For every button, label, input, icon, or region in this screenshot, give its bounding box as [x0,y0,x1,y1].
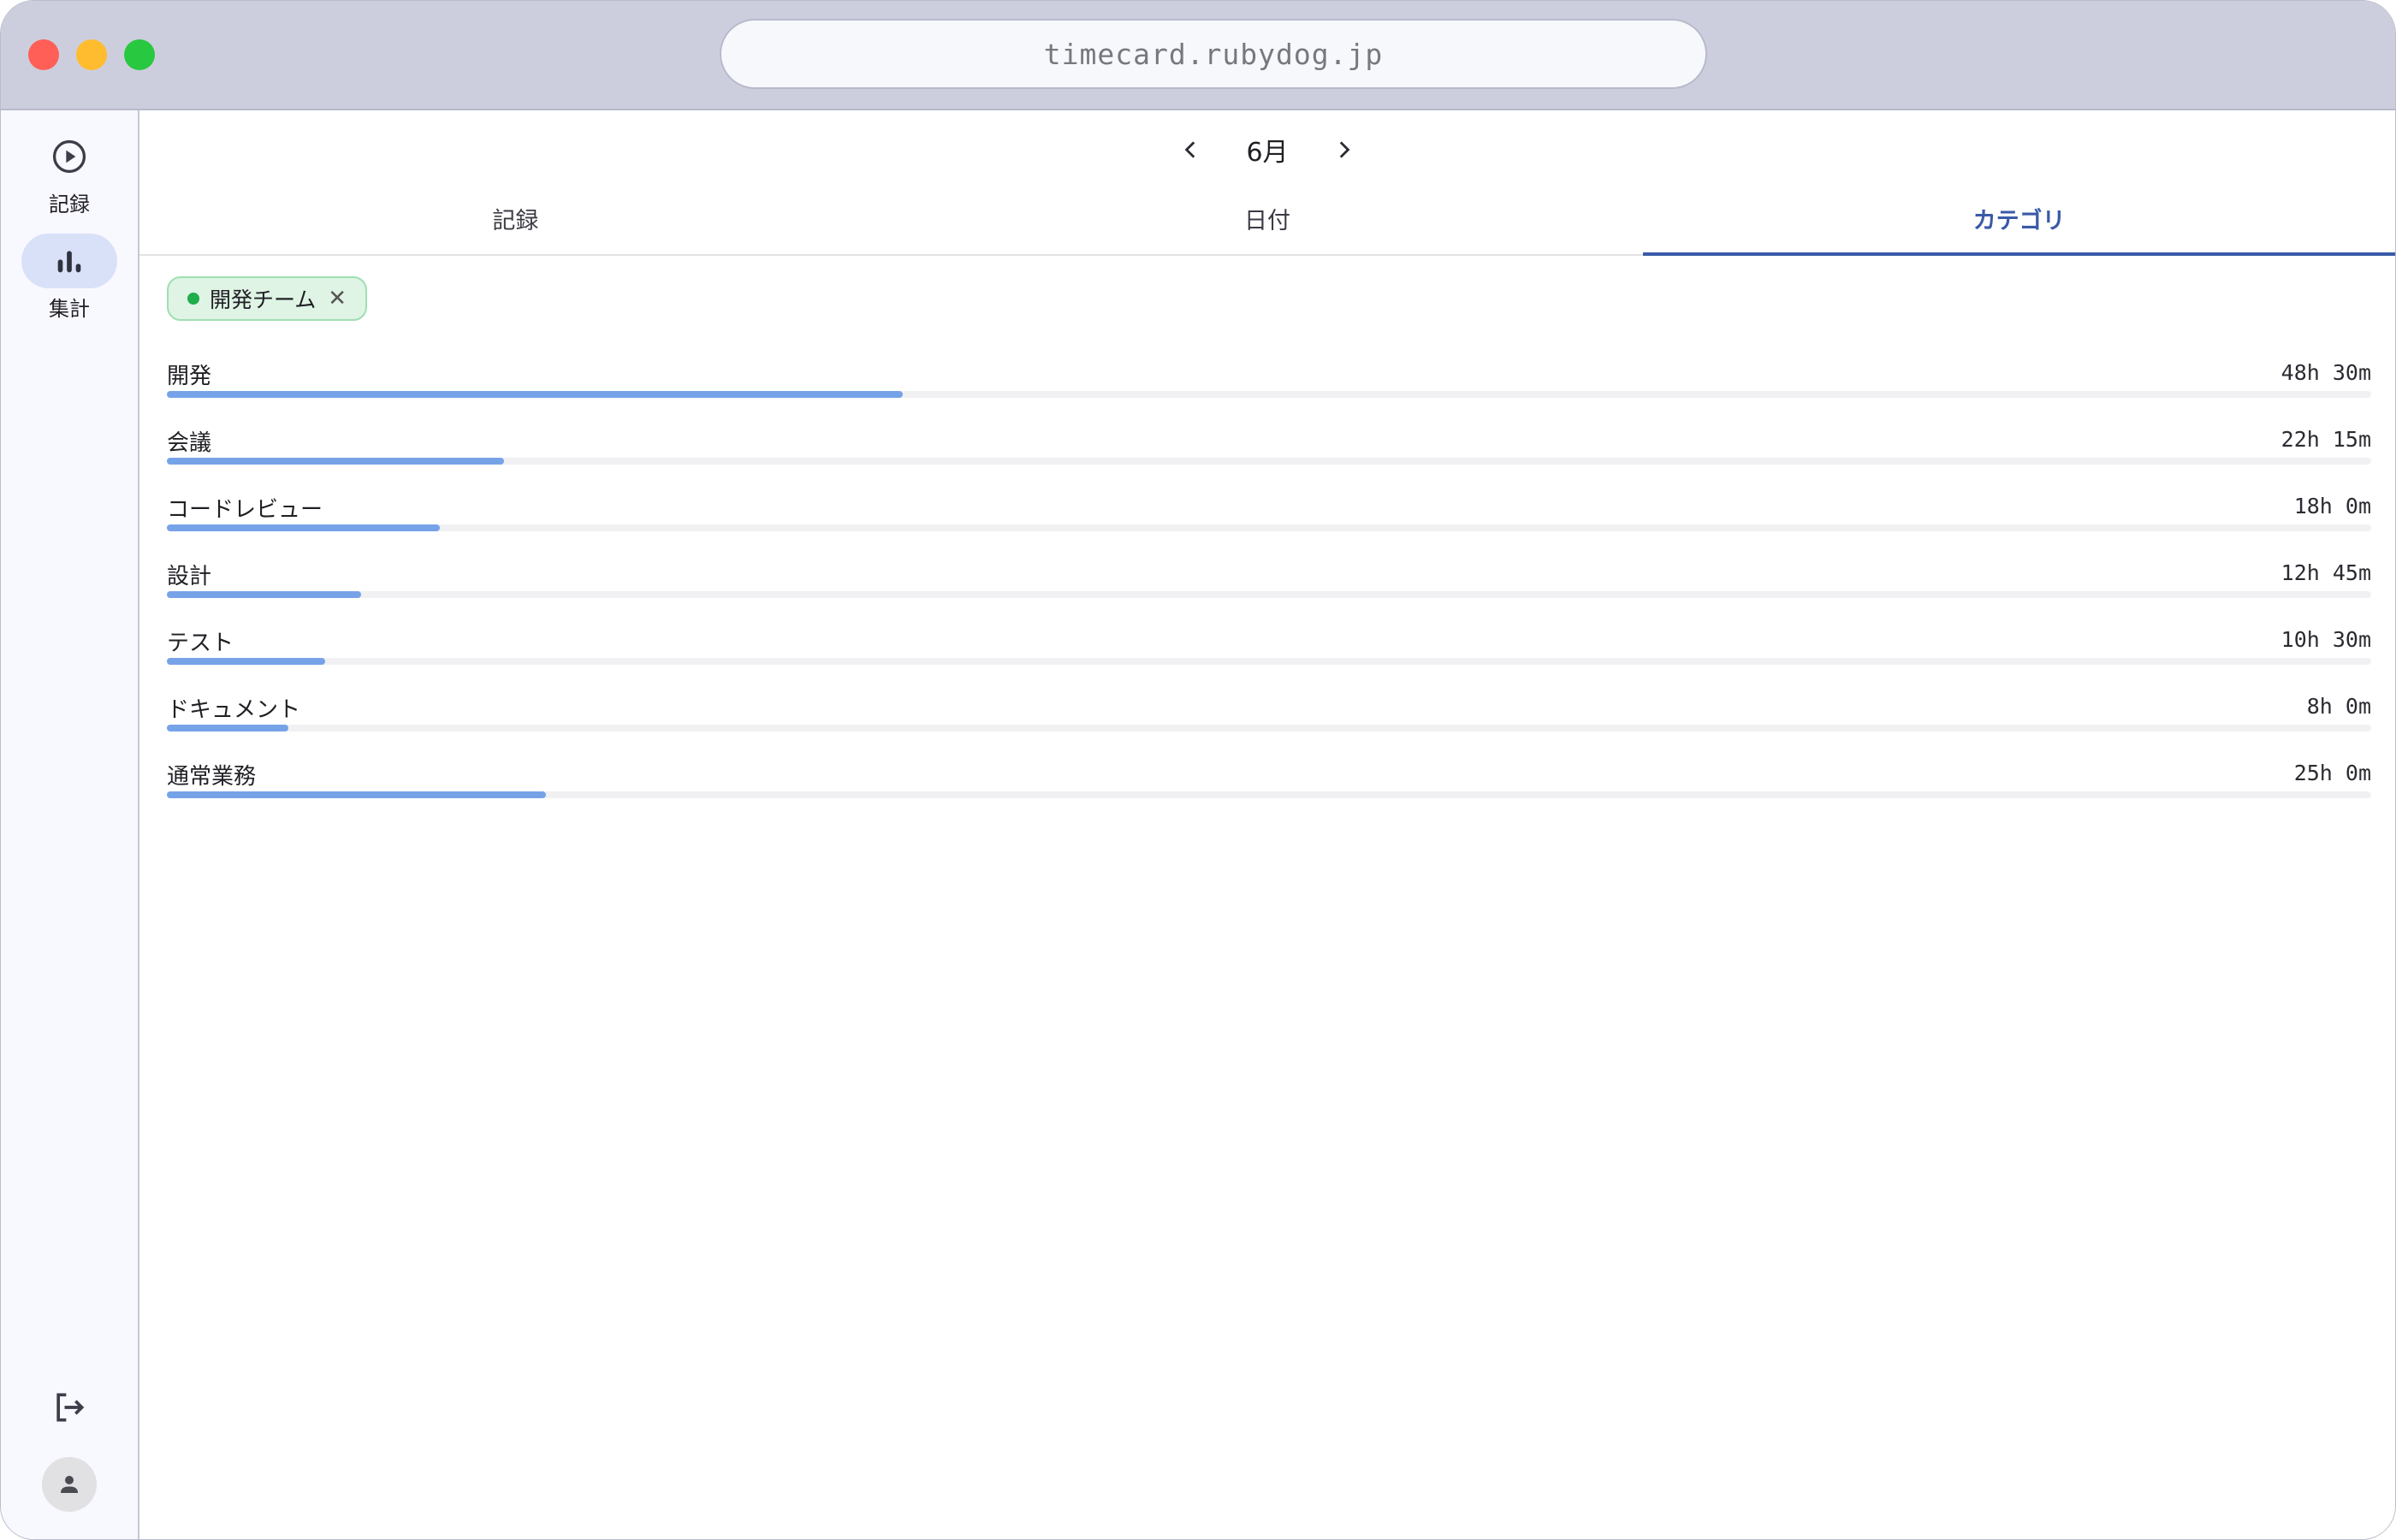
category-time: 8h 0m [2306,694,2371,719]
category-list: 開発 48h 30m 会議 22h 15m コードレビュー 18h 0m 設計 12h 45m… [167,358,2371,826]
next-month-button[interactable] [1326,133,1361,167]
tab-category[interactable]: カテゴリ [1643,196,2395,256]
category-bar-track [167,658,2371,665]
category-bar-fill [167,725,288,732]
maximize-window-button[interactable] [124,39,155,70]
category-bar-track [167,791,2371,798]
category-name: 設計 [167,564,212,589]
month-navigator: 6月 [139,124,2395,175]
category-row: 会議 22h 15m [167,425,2371,492]
category-bar-track [167,591,2371,598]
sidebar-item-record[interactable]: 記録 [1,129,138,217]
category-bar-fill [167,524,441,531]
logout-icon [56,1393,85,1422]
category-row: 通常業務 25h 0m [167,759,2371,826]
category-row: ドキュメント 8h 0m [167,692,2371,759]
category-name: ドキュメント [167,697,301,723]
category-bar-fill [167,458,505,465]
category-bar-fill [167,391,904,398]
team-color-dot [187,293,199,305]
category-time: 25h 0m [2293,761,2371,785]
account-button[interactable] [1,1457,138,1512]
tab-date[interactable]: 日付 [892,196,1644,254]
category-row: 設計 12h 45m [167,559,2371,625]
sidebar-item-label: 記録 [49,192,90,216]
category-bar-track [167,391,2371,398]
category-bar-fill [167,591,361,598]
user-avatar-icon [42,1457,97,1512]
bar-chart-icon [21,234,117,288]
play-circle-icon [21,129,117,184]
title-bar: timecard.rubydog.jp [1,1,2395,110]
month-label: 6月 [1246,138,1289,168]
chevron-right-icon [1339,141,1349,158]
browser-window: timecard.rubydog.jp 記録 集計 6月 記録 日付 カテゴリ … [0,0,2396,1540]
sidebar-item-summary[interactable]: 集計 [1,234,138,322]
sidebar-item-label: 集計 [49,297,90,321]
close-window-button[interactable] [28,39,59,70]
category-bar-fill [167,658,326,665]
category-bar-track [167,524,2371,531]
logout-button[interactable] [1,1389,138,1426]
category-time: 48h 30m [2280,360,2371,385]
category-row: 開発 48h 30m [167,358,2371,425]
category-name: テスト [167,631,234,656]
category-name: 通常業務 [167,764,257,790]
category-bar-track [167,458,2371,465]
category-name: 会議 [167,430,212,456]
team-filter-label: 開発チーム [210,287,317,312]
sidebar: 記録 集計 [1,110,139,1539]
close-icon[interactable]: ✕ [328,286,347,311]
category-row: テスト 10h 30m [167,625,2371,692]
view-tabs: 記録 日付 カテゴリ [139,196,2395,256]
tab-records[interactable]: 記録 [139,196,892,254]
address-text: timecard.rubydog.jp [1043,37,1384,71]
previous-month-button[interactable] [1174,133,1208,167]
category-bar-fill [167,791,547,798]
minimize-window-button[interactable] [76,39,107,70]
category-name: 開発 [167,364,212,389]
category-name: コードレビュー [167,497,323,523]
team-filter-chip[interactable]: 開発チーム ✕ [167,276,368,321]
chevron-left-icon [1185,141,1195,158]
category-time: 22h 15m [2280,427,2371,452]
category-row: コードレビュー 18h 0m [167,492,2371,559]
category-time: 18h 0m [2293,494,2371,518]
category-bar-track [167,725,2371,732]
address-bar[interactable]: timecard.rubydog.jp [720,19,1707,89]
main-content: 6月 記録 日付 カテゴリ 開発チーム ✕ 開発 48h 30m 会議 22h 15m… [139,110,2395,1539]
category-time: 10h 30m [2280,627,2371,652]
category-time: 12h 45m [2280,560,2371,585]
